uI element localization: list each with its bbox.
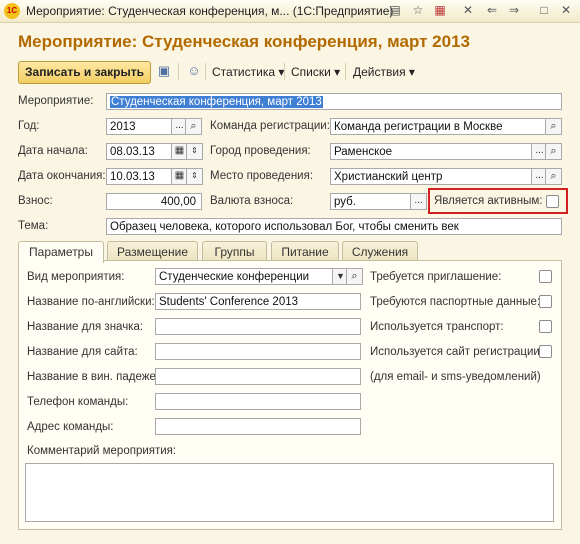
search-icon[interactable]: ⌕ — [346, 268, 363, 285]
year-label: Год: — [18, 120, 40, 132]
search-icon[interactable]: ⌕ — [545, 118, 562, 135]
accusative-name-label: Название в вин. падеже: — [27, 371, 160, 383]
tab-parameters[interactable]: Параметры — [18, 241, 104, 263]
name-en-label: Название по-английски: — [27, 296, 155, 308]
restore-icon[interactable]: □ — [536, 3, 552, 18]
city-label: Город проведения: — [210, 145, 311, 157]
currency-field[interactable]: руб. — [330, 193, 411, 210]
tab-groups[interactable]: Группы — [202, 241, 267, 262]
regsite-checkbox[interactable] — [539, 345, 552, 358]
actions-label: Действия — [353, 65, 406, 79]
topic-label: Тема: — [18, 220, 49, 232]
badge-name-field[interactable] — [155, 318, 361, 335]
team-label: Команда регистрации: — [210, 120, 330, 132]
event-field[interactable]: Студенческая конференция, март 2013 — [106, 93, 562, 110]
spin-icon[interactable]: ⇕ — [186, 168, 203, 185]
save-and-close-button[interactable]: Записать и закрыть — [18, 61, 151, 84]
statistics-label: Статистика — [212, 65, 276, 79]
team-address-label: Адрес команды: — [27, 421, 114, 433]
passport-label: Требуются паспортные данные: — [370, 296, 541, 308]
window-titlebar: 1С Мероприятие: Студенческая конференция… — [0, 0, 580, 23]
place-label: Место проведения: — [210, 170, 314, 182]
start-date-label: Дата начала: — [18, 145, 88, 157]
tab-services[interactable]: Служения — [342, 241, 418, 262]
lists-label: Списки — [291, 65, 331, 79]
spin-icon[interactable]: ⇕ — [186, 143, 203, 160]
accusative-name-field[interactable] — [155, 368, 361, 385]
kind-label: Вид мероприятия: — [27, 271, 125, 283]
active-label: Является активным: — [434, 195, 543, 207]
notification-note: (для email- и sms-уведомлений) — [370, 371, 541, 383]
start-date-field[interactable]: 08.03.13 — [106, 143, 172, 160]
dropdown-arrow-icon: ▾ — [408, 65, 415, 79]
users-icon[interactable]: ☺ — [185, 62, 203, 80]
window-close-alt-icon[interactable]: ✕ — [460, 3, 476, 18]
forward-icon[interactable]: ⇒ — [506, 3, 522, 18]
passport-checkbox[interactable] — [539, 295, 552, 308]
team-phone-label: Телефон команды: — [27, 396, 129, 408]
event-value: Студенческая конференция, март 2013 — [110, 96, 323, 108]
toolbar-separator — [345, 63, 346, 80]
team-field[interactable]: Команда регистрации в Москве — [330, 118, 546, 135]
site-name-field[interactable] — [155, 343, 361, 360]
dropdown-arrow-icon: ▾ — [334, 65, 341, 79]
kind-field[interactable]: Студенческие конференции — [155, 268, 334, 285]
calendar-icon[interactable]: ▦ — [432, 3, 448, 18]
team-address-field[interactable] — [155, 418, 361, 435]
tab-accommodation[interactable]: Размещение — [107, 241, 198, 262]
app-logo-icon: 1С — [4, 3, 20, 19]
year-field[interactable]: 2013 — [106, 118, 172, 135]
fee-field[interactable]: 400,00 — [106, 193, 202, 210]
site-name-label: Название для сайта: — [27, 346, 138, 358]
event-label: Мероприятие: — [18, 95, 94, 107]
back-icon[interactable]: ⇐ — [484, 3, 500, 18]
end-date-field[interactable]: 10.03.13 — [106, 168, 172, 185]
comment-label: Комментарий мероприятия: — [27, 445, 177, 457]
star-icon[interactable]: ☆ — [410, 3, 426, 18]
name-en-field[interactable]: Students' Conference 2013 — [155, 293, 361, 310]
invite-checkbox[interactable] — [539, 270, 552, 283]
fee-label: Взнос: — [18, 195, 53, 207]
actions-menu[interactable]: Действия ▾ — [353, 65, 415, 79]
transport-label: Используется транспорт: — [370, 321, 504, 333]
team-phone-field[interactable] — [155, 393, 361, 410]
lists-menu[interactable]: Списки ▾ — [291, 65, 340, 79]
window-title: Мероприятие: Студенческая конференция, м… — [26, 4, 394, 18]
currency-select-button[interactable]: ... — [410, 193, 427, 210]
search-icon[interactable]: ⌕ — [185, 118, 202, 135]
close-icon[interactable]: ✕ — [558, 3, 574, 18]
form-title: Мероприятие: Студенческая конференция, м… — [18, 32, 471, 51]
search-icon[interactable]: ⌕ — [545, 168, 562, 185]
badge-name-label: Название для значка: — [27, 321, 144, 333]
document-icon[interactable]: ▤ — [387, 3, 403, 18]
toolbar-separator — [178, 63, 179, 80]
comment-field[interactable] — [25, 463, 554, 522]
topic-field[interactable]: Образец человека, которого использовал Б… — [106, 218, 562, 235]
statistics-menu[interactable]: Статистика ▾ — [212, 65, 284, 79]
invite-label: Требуется приглашение: — [370, 271, 502, 283]
tab-meals[interactable]: Питание — [271, 241, 339, 262]
city-field[interactable]: Раменское — [330, 143, 532, 160]
currency-label: Валюта взноса: — [210, 195, 294, 207]
active-checkbox[interactable] — [546, 195, 559, 208]
toolbar-separator — [284, 63, 285, 80]
save-icon[interactable]: ▣ — [155, 62, 173, 80]
search-icon[interactable]: ⌕ — [545, 143, 562, 160]
toolbar-separator — [205, 63, 206, 80]
transport-checkbox[interactable] — [539, 320, 552, 333]
place-field[interactable]: Христианский центр — [330, 168, 532, 185]
end-date-label: Дата окончания: — [18, 170, 106, 182]
regsite-label: Используется сайт регистрации: — [370, 346, 544, 358]
